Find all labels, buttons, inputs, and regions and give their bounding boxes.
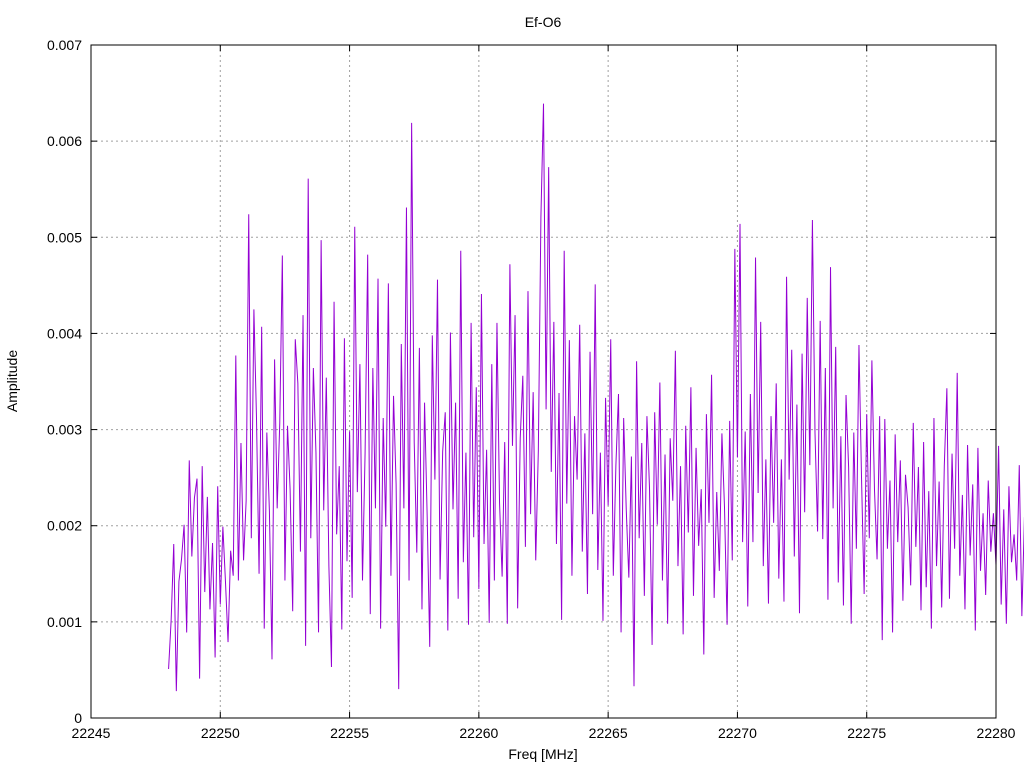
x-tick-label: 22255 [330,725,369,741]
x-tick-label: 22280 [977,725,1016,741]
y-tick-label: 0 [74,710,82,726]
y-tick-label: 0.006 [47,133,82,149]
data-series [168,103,1024,692]
axis-ticks: 22245 22250 22255 22260 22265 22270 22275 22280… [47,37,1016,741]
y-tick-label: 0.003 [47,422,82,438]
y-tick-label: 0.005 [47,229,82,245]
chart: Ef-O6 22245 22250 22255 22260 22265 22270 2227… [4,14,1024,762]
y-tick-label: 0.002 [47,518,82,534]
series-line [168,103,1024,692]
chart-title: Ef-O6 [525,14,562,30]
x-tick-label: 22260 [459,725,498,741]
x-tick-label: 22275 [847,725,886,741]
x-tick-label: 22265 [589,725,628,741]
y-tick-label: 0.007 [47,37,82,53]
x-axis-label: Freq [MHz] [508,746,577,762]
x-tick-label: 22245 [72,725,111,741]
y-axis-label: Amplitude [4,350,20,412]
y-tick-label: 0.004 [47,325,82,341]
y-tick-label: 0.001 [47,614,82,630]
x-tick-label: 22250 [201,725,240,741]
x-tick-label: 22270 [718,725,757,741]
